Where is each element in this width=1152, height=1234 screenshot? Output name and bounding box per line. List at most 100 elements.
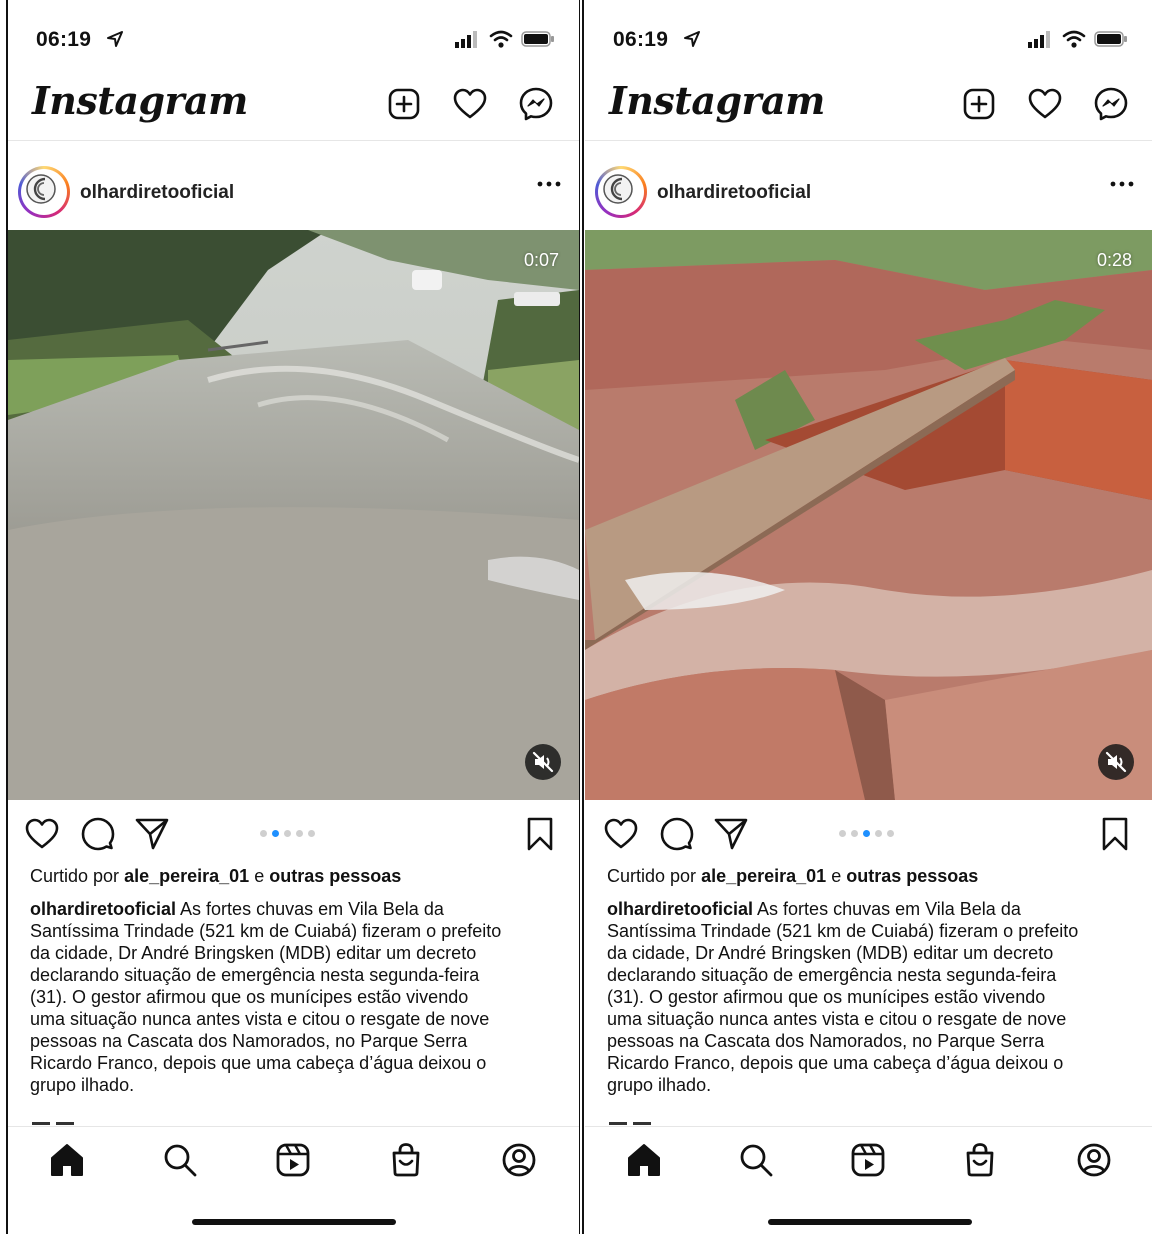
bottom-tab-bar [585,1126,1152,1234]
likes-summary: Curtido por ale_pereira_01 e outras pess… [607,866,978,887]
like-icon[interactable] [603,816,639,852]
caption-username[interactable]: olhardiretooficial [30,899,176,919]
carousel-dot [851,830,858,837]
comment-icon[interactable] [80,816,116,852]
liked-by-user-link[interactable]: ale_pereira_01 [701,866,826,886]
home-icon[interactable] [625,1141,663,1179]
caption-line: grupo ilhado. [607,1075,712,1095]
profile-icon[interactable] [1075,1141,1113,1179]
caption-line: uma situação nunca antes vista e citou o… [607,1009,1067,1029]
carousel-dot [887,830,894,837]
home-indicator [768,1219,972,1225]
caption-line: uma situação nunca antes vista e citou o… [30,1009,490,1029]
caption-line: As fortes chuvas em Vila Bela da [176,899,444,919]
search-icon[interactable] [737,1141,775,1179]
olhar-direto-logo-icon [26,174,56,204]
caption-line: Ricardo Franco, depois que uma cabeça d’… [607,1053,1064,1073]
bookmark-icon[interactable] [1097,816,1133,852]
share-icon[interactable] [713,816,749,852]
avatar[interactable] [595,166,647,218]
post-video[interactable]: 0:07 [8,230,579,800]
caption-line: (31). O gestor afirmou que os munícipes … [30,987,469,1007]
post-header: olhardiretooficial [585,142,1152,230]
instagram-logo[interactable]: Instagram [32,78,248,123]
signal-icon [1028,31,1050,48]
liked-by-others-link[interactable]: outras pessoas [269,866,401,886]
carousel-dot [284,830,291,837]
post-username[interactable]: olhardiretooficial [80,182,234,204]
new-post-icon[interactable] [386,86,422,122]
avatar[interactable] [18,166,70,218]
more-options-icon[interactable] [537,178,561,190]
caption-line: pessoas na Cascata dos Namorados, no Par… [607,1031,1045,1051]
video-duration: 0:28 [1096,250,1132,270]
home-indicator [192,1219,396,1225]
post-header: olhardiretooficial [8,142,579,230]
carousel-dot [296,830,303,837]
likes-and: e [831,866,842,886]
caption-line: declarando situação de emergência nesta … [607,965,1057,985]
status-bar: 06:19 [585,0,1152,70]
post-username[interactable]: olhardiretooficial [657,182,811,204]
speaker-muted-icon [1105,751,1127,773]
carousel-dot-active [863,830,870,837]
location-arrow-icon [107,31,123,47]
caption-line: pessoas na Cascata dos Namorados, no Par… [30,1031,468,1051]
more-options-icon[interactable] [1110,178,1134,190]
instagram-logo[interactable]: Instagram [609,78,825,123]
flood-road-video-frame [8,230,579,800]
caption-line: da cidade, Dr André Bringsken (MDB) edit… [607,943,1054,963]
carousel-dot-active [272,830,279,837]
wifi-icon [1062,30,1086,48]
caption-username[interactable]: olhardiretooficial [607,899,753,919]
reels-icon[interactable] [849,1141,887,1179]
new-post-icon[interactable] [961,86,997,122]
shop-icon[interactable] [961,1141,999,1179]
signal-icon [455,31,477,48]
heart-icon[interactable] [1027,86,1063,122]
liked-by-user-link[interactable]: ale_pereira_01 [124,866,249,886]
status-time: 06:19 [36,28,92,51]
heart-icon[interactable] [452,86,488,122]
app-header: Instagram [585,72,1152,141]
status-bar: 06:19 [8,0,579,70]
speaker-muted-icon [532,751,554,773]
messenger-icon[interactable] [1093,86,1129,122]
caption-line: grupo ilhado. [30,1075,135,1095]
carousel-dot [875,830,882,837]
likes-prefix: Curtido por [607,866,697,886]
app-header: Instagram [8,72,579,141]
status-time: 06:19 [613,28,669,51]
profile-icon[interactable] [500,1141,538,1179]
shop-icon[interactable] [387,1141,425,1179]
post-video[interactable]: 0:28 [585,230,1152,800]
frame-divider [582,0,584,1234]
battery-icon [521,31,554,47]
share-icon[interactable] [134,816,170,852]
comment-icon[interactable] [659,816,695,852]
reels-icon[interactable] [274,1141,312,1179]
search-icon[interactable] [161,1141,199,1179]
post-caption: olhardiretooficial As fortes chuvas em V… [607,898,1128,1096]
caption-line: Santíssima Trindade (521 km de Cuiabá) f… [607,921,1079,941]
messenger-icon[interactable] [518,86,554,122]
caption-line: (31). O gestor afirmou que os munícipes … [607,987,1046,1007]
bookmark-icon[interactable] [522,816,558,852]
wifi-icon [489,30,513,48]
post-actions [8,812,579,856]
like-icon[interactable] [24,816,60,852]
liked-by-others-link[interactable]: outras pessoas [846,866,978,886]
carousel-indicator [260,830,315,837]
caption-line: As fortes chuvas em Vila Bela da [753,899,1021,919]
carousel-dot [839,830,846,837]
home-icon[interactable] [48,1141,86,1179]
olhar-direto-logo-icon [603,174,633,204]
post-actions [585,812,1152,856]
caption-line: Santíssima Trindade (521 km de Cuiabá) f… [30,921,502,941]
carousel-dot [260,830,267,837]
mute-button[interactable] [525,744,561,780]
caption-line: da cidade, Dr André Bringsken (MDB) edit… [30,943,477,963]
mute-button[interactable] [1098,744,1134,780]
bottom-tab-bar [8,1126,579,1234]
likes-and: e [254,866,265,886]
